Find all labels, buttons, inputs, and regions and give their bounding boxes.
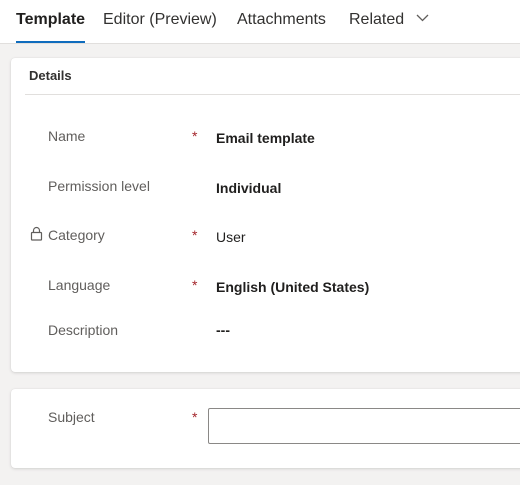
field-value-language[interactable]: English (United States) — [216, 279, 369, 295]
active-tab-indicator — [16, 41, 86, 43]
chevron-down-icon — [416, 0, 429, 38]
tab-editor-preview[interactable]: Editor (Preview) — [103, 0, 217, 43]
lock-icon — [30, 226, 43, 246]
field-label-description: Description — [48, 322, 119, 338]
tab-template[interactable]: Template — [16, 0, 86, 43]
field-label-subject: Subject — [48, 409, 95, 425]
tab-attachments-label: Attachments — [237, 11, 326, 28]
subject-section: Subject * — [11, 389, 520, 468]
field-value-description[interactable]: --- — [216, 322, 230, 338]
subject-input[interactable] — [208, 408, 520, 444]
details-section: Details Name * Email template Permission… — [11, 58, 520, 372]
field-label-name: Name — [48, 128, 86, 144]
field-value-name[interactable]: Email template — [216, 130, 315, 146]
required-indicator: * — [192, 227, 198, 243]
tab-attachments[interactable]: Attachments — [237, 0, 326, 43]
section-title-details: Details — [29, 68, 72, 83]
tab-editor-preview-label: Editor (Preview) — [103, 11, 217, 28]
tab-template-label: Template — [16, 11, 86, 28]
field-label-category: Category — [48, 227, 105, 243]
required-indicator: * — [192, 277, 198, 293]
field-value-category: User — [216, 229, 246, 245]
field-label-language: Language — [48, 277, 111, 293]
field-label-permission-level: Permission level — [48, 178, 150, 194]
required-indicator: * — [192, 409, 198, 425]
tab-related-label: Related — [349, 11, 405, 29]
tab-bar: Template Editor (Preview) Attachments Re… — [0, 0, 520, 44]
tab-related[interactable]: Related — [349, 0, 429, 43]
field-value-permission-level[interactable]: Individual — [216, 180, 281, 196]
required-indicator: * — [192, 128, 198, 144]
section-divider — [25, 94, 520, 95]
